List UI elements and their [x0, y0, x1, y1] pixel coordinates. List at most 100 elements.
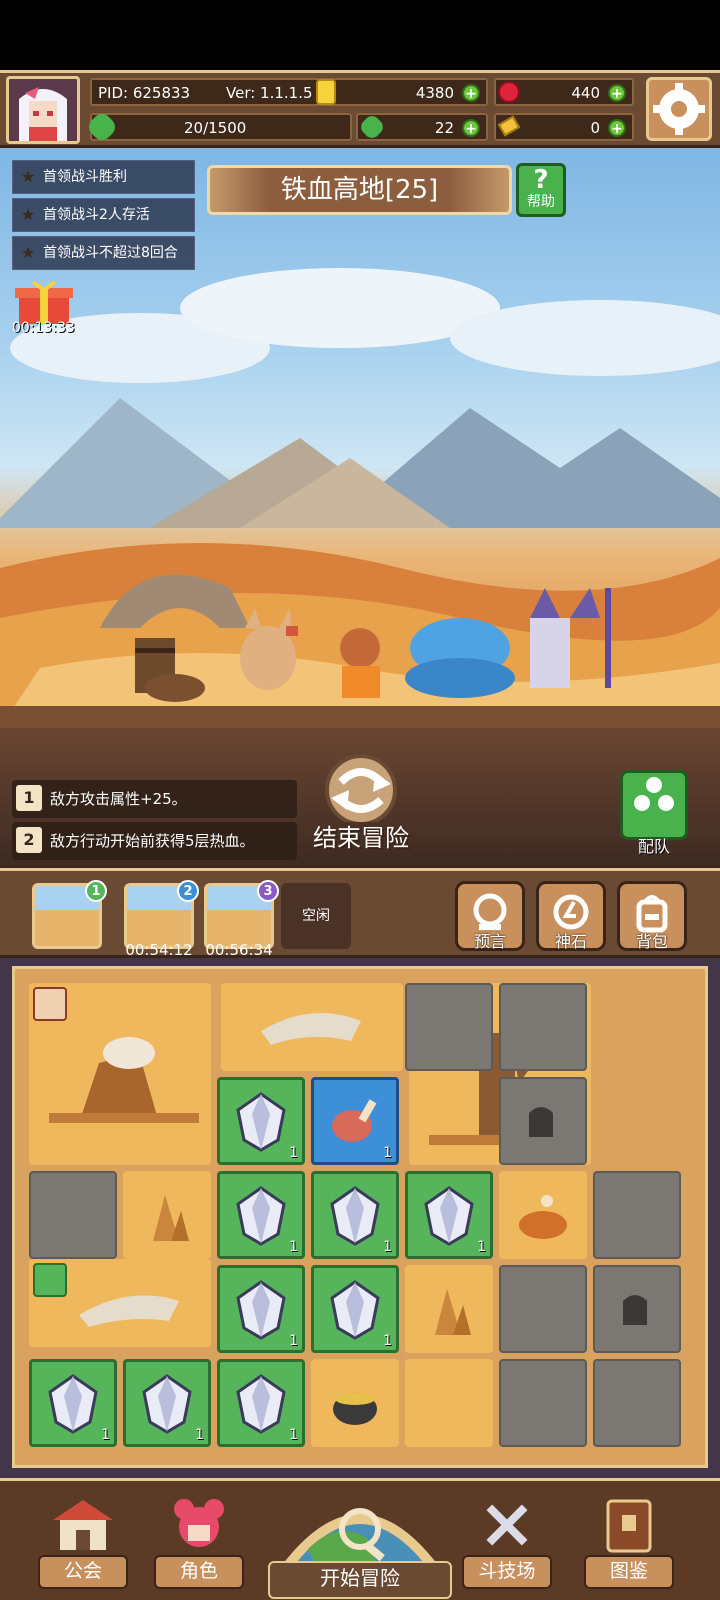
queue-slot-1[interactable]: 1 — [32, 880, 107, 949]
tile-bones[interactable] — [221, 983, 403, 1071]
backpack-label: 背包 — [635, 932, 668, 951]
tile-crystal[interactable]: 1 — [217, 1171, 305, 1259]
door-icon — [623, 1295, 647, 1325]
prophecy-label: 预言 — [473, 932, 506, 951]
tile-bones[interactable] — [29, 1259, 211, 1347]
nav-arena-label: 斗技场 — [462, 1555, 552, 1589]
tile-crystal[interactable]: 1 — [217, 1359, 305, 1447]
player-avatar[interactable] — [6, 76, 80, 144]
effect-text: 敌方攻击属性+25。 — [50, 790, 187, 808]
clover-counter: 22 + — [356, 112, 488, 142]
add-gold-button[interactable]: + — [462, 84, 480, 102]
slot-badge: 2 — [177, 880, 199, 902]
gold-counter: 4380 + — [316, 78, 488, 106]
slot-timer: 00:56:34 — [205, 941, 273, 959]
quest-text: 首领战斗不超过8回合 — [43, 245, 178, 261]
bones-icon — [261, 1013, 361, 1045]
tile-crystal[interactable]: 1 — [311, 1265, 399, 1353]
clover-icon — [357, 112, 387, 142]
rock-spire-icon — [153, 1195, 189, 1241]
nav-arena[interactable]: 斗技场 — [462, 1495, 552, 1595]
tile-unexplored[interactable] — [405, 983, 493, 1071]
ruby-counter: 440 + — [494, 78, 634, 106]
tile-meat[interactable]: 1 — [311, 1077, 399, 1165]
door-icon — [529, 1107, 553, 1137]
tile-crystal[interactable]: 1 — [405, 1171, 493, 1259]
star-icon: ★ — [21, 243, 36, 262]
stamina-clover-icon — [85, 110, 119, 144]
item-count: 1 — [289, 1239, 298, 1255]
tile-skull-ruins[interactable] — [29, 983, 211, 1165]
camp-icon — [33, 987, 67, 1021]
add-clover-button[interactable]: + — [462, 119, 480, 137]
ruby-icon — [498, 81, 520, 103]
quest-item: ★ 首领战斗不超过8回合 — [12, 236, 195, 270]
top-status-bar: PID: 625833 Ver: 1.1.1.5 4380 + 440 + 20… — [0, 70, 720, 148]
formation-label: 配队 — [637, 837, 670, 856]
gold-amount: 4380 — [415, 84, 454, 102]
item-count: 1 — [195, 1427, 204, 1443]
add-ruby-button[interactable]: + — [608, 84, 626, 102]
nav-start-adventure[interactable]: 开始冒险 — [268, 1469, 452, 1599]
nav-guild[interactable]: 公会 — [38, 1495, 128, 1595]
key-amount: 0 — [590, 119, 600, 137]
rock-spire-icon — [435, 1289, 471, 1335]
tile-crystal[interactable]: 1 — [311, 1171, 399, 1259]
nav-codex[interactable]: 图鉴 — [584, 1495, 674, 1595]
ruins-skull-icon — [49, 1037, 199, 1123]
tile-crystal[interactable]: 1 — [217, 1265, 305, 1353]
backpack-button[interactable]: 背包 — [617, 881, 687, 951]
tile-crystal[interactable]: 1 — [123, 1359, 211, 1447]
tile-sand[interactable] — [499, 1171, 587, 1259]
settings-button[interactable] — [646, 77, 712, 141]
quest-item: ★ 首领战斗胜利 — [12, 160, 195, 194]
queue-slot-3[interactable]: 3 — [204, 880, 279, 949]
key-counter: 0 + — [494, 113, 634, 141]
formation-button[interactable]: 配队 — [620, 770, 688, 856]
tile-unexplored[interactable] — [499, 1265, 587, 1353]
end-adventure-button[interactable]: 结束冒险 — [305, 752, 417, 852]
tile-locked-door[interactable] — [593, 1265, 681, 1353]
help-button[interactable]: ? 帮助 — [516, 163, 566, 217]
nav-start-adventure-label: 开始冒险 — [268, 1561, 452, 1599]
item-count: 1 — [289, 1145, 298, 1161]
item-count: 1 — [383, 1145, 392, 1161]
gold-coin-icon — [316, 79, 336, 105]
tile-unexplored[interactable] — [593, 1359, 681, 1447]
enemy-effect-item: 2 敌方行动开始前获得5层热血。 — [12, 822, 297, 860]
return-arrow-icon — [325, 754, 397, 826]
item-count: 1 — [289, 1427, 298, 1443]
tile-sand[interactable] — [405, 1359, 493, 1447]
prophecy-button[interactable]: 预言 — [455, 881, 525, 951]
adventure-queue-bar: 1 2 00:54:12 3 00:56:34 空闲 预言 神石 背包 — [0, 868, 720, 959]
idle-slot[interactable]: 空闲 — [281, 883, 351, 949]
tile-sand[interactable] — [405, 1265, 493, 1353]
star-icon: ★ — [21, 167, 36, 186]
nav-character[interactable]: 角色 — [154, 1495, 244, 1595]
landscape-background — [0, 268, 720, 728]
tile-sand[interactable] — [311, 1359, 399, 1447]
tile-sand[interactable] — [123, 1171, 211, 1259]
player-pid: PID: 625833 — [98, 84, 191, 102]
tile-unexplored[interactable] — [29, 1171, 117, 1259]
key-icon — [497, 115, 521, 137]
fox-creature-icon — [519, 1195, 567, 1239]
slot-badge: 1 — [85, 880, 107, 902]
tile-crystal[interactable]: 1 — [217, 1077, 305, 1165]
book-icon — [606, 1499, 652, 1553]
nav-codex-label: 图鉴 — [584, 1555, 674, 1589]
question-icon: ? — [533, 165, 549, 195]
gift-box-button[interactable]: 00:13:33 — [12, 280, 75, 336]
queue-slot-2[interactable]: 2 — [124, 880, 199, 949]
tile-unexplored[interactable] — [499, 983, 587, 1071]
thumbs-up-icon — [33, 1263, 67, 1297]
tile-locked-door[interactable] — [499, 1077, 587, 1165]
tile-unexplored[interactable] — [499, 1359, 587, 1447]
battle-scene: ★ 首领战斗胜利 ★ 首领战斗2人存活 ★ 首领战斗不超过8回合 00:13:3… — [0, 148, 720, 728]
tile-unexplored[interactable] — [593, 1171, 681, 1259]
tile-crystal[interactable]: 1 — [29, 1359, 117, 1447]
godstone-button[interactable]: 神石 — [536, 881, 606, 951]
quest-item: ★ 首领战斗2人存活 — [12, 198, 195, 232]
add-key-button[interactable]: + — [608, 119, 626, 137]
stamina-value: 20/1500 — [184, 119, 247, 137]
